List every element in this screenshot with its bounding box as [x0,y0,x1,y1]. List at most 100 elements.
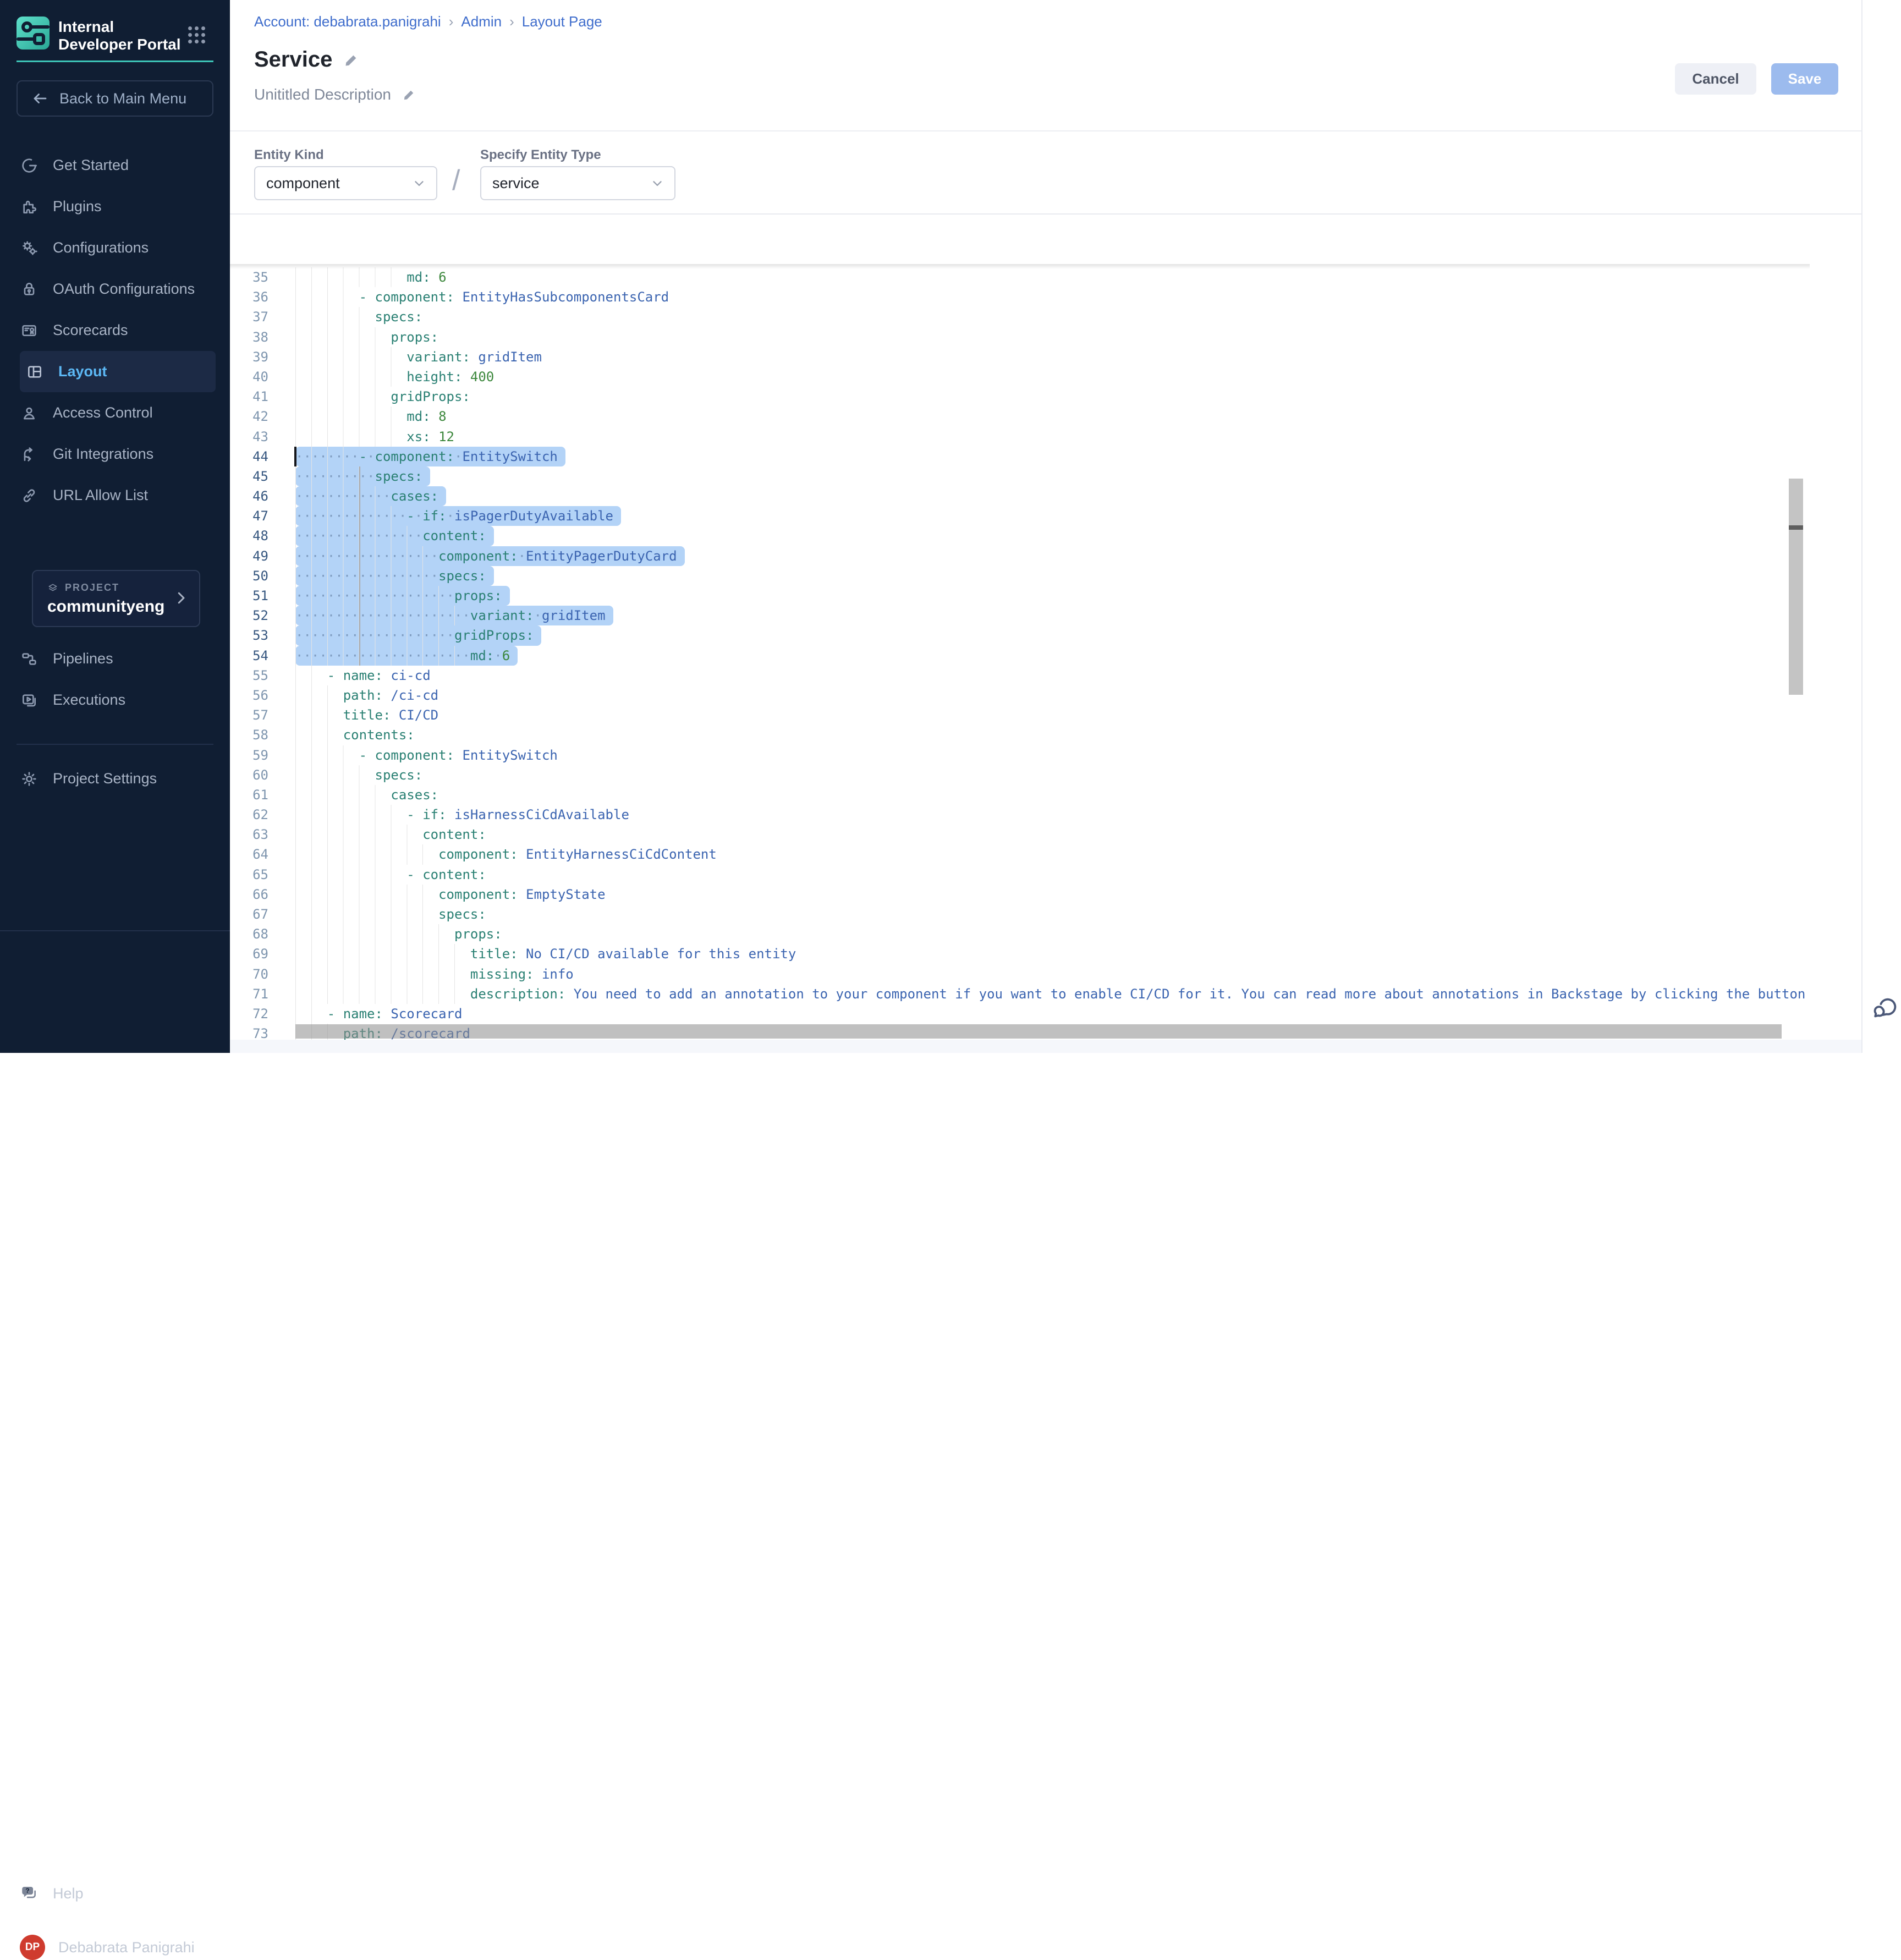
line-number: 52 [230,606,268,625]
sidebar-item-get-started[interactable]: Get Started [0,145,230,186]
line-number: 36 [230,287,268,307]
code-line[interactable]: ····················props: [295,586,1810,606]
entity-kind-select[interactable]: component [254,166,437,200]
code-line[interactable]: ········-·component:·EntitySwitch [295,447,1810,466]
breadcrumb-layout-page-link[interactable]: Layout Page [522,13,602,30]
help-label: Help [53,1885,84,1902]
code-line[interactable]: specs: [295,765,1810,785]
project-selector[interactable]: PROJECT communityeng [32,570,200,627]
code-line[interactable]: title: CI/CD [295,705,1810,725]
sidebar-item-layout[interactable]: Layout [20,351,216,392]
code-line[interactable]: - component: EntityHasSubcomponentsCard [295,287,1810,307]
user-menu[interactable]: DP Debabrata Panigrahi [20,1935,195,1960]
sidebar-item-url-allow-list[interactable]: URL Allow List [0,475,230,516]
code-line[interactable]: missing: info [295,964,1810,984]
line-number: 56 [230,685,268,705]
yaml-editor[interactable]: 3536373839404142434445464748495051525354… [230,264,1810,1040]
app-switcher-icon[interactable] [188,26,205,43]
chevron-right-icon: › [502,13,522,30]
horizontal-scrollbar[interactable] [295,1024,1782,1039]
overview-ruler-marker [1789,525,1803,530]
editor-gutter: 3536373839404142434445464748495051525354… [230,267,268,1040]
code-line[interactable]: ··················component:·EntityPager… [295,546,1810,566]
code-line[interactable]: variant: gridItem [295,347,1810,367]
sidebar-item-project-settings[interactable]: Project Settings [0,758,230,799]
code-line[interactable]: path: /ci-cd [295,685,1810,705]
access-control-icon [20,404,39,422]
edit-description-icon[interactable] [402,87,416,102]
sidebar-item-label: Plugins [53,198,102,215]
code-line[interactable]: ················content: [295,526,1810,546]
gear-icon [20,770,39,788]
sidebar-item-plugins[interactable]: Plugins [0,186,230,227]
main-content: Account: debabrata.panigrahi › Admin › L… [230,0,1901,1053]
code-line[interactable]: props: [295,924,1810,944]
line-number: 73 [230,1024,268,1040]
vertical-scrollbar[interactable] [1789,479,1803,695]
sidebar-item-executions[interactable]: Executions [0,679,230,721]
line-number: 70 [230,964,268,984]
code-line[interactable]: ··················specs: [295,566,1810,586]
back-to-main-menu-button[interactable]: Back to Main Menu [17,80,213,117]
entity-type-select[interactable]: service [480,166,675,200]
code-line[interactable]: ······················variant:·gridItem [295,606,1810,625]
feedback-chat-icon[interactable] [1869,993,1899,1023]
code-line[interactable]: - name: ci-cd [295,666,1810,685]
code-line[interactable]: ····················gridProps: [295,625,1810,645]
code-line[interactable]: component: EmptyState [295,885,1810,904]
code-line[interactable]: md: 8 [295,407,1810,426]
line-number: 44 [230,447,268,466]
page-title: Service [254,47,332,72]
code-line[interactable]: ··········specs: [295,466,1810,486]
breadcrumb-account-link[interactable]: Account: debabrata.panigrahi [254,13,441,30]
breadcrumb-admin-link[interactable]: Admin [461,13,502,30]
code-line[interactable]: props: [295,327,1810,347]
code-line[interactable]: contents: [295,725,1810,745]
save-button[interactable]: Save [1771,63,1838,95]
line-number: 43 [230,427,268,447]
code-line[interactable]: specs: [295,904,1810,924]
sidebar-item-oauth-configurations[interactable]: OAuth Configurations [0,268,230,310]
code-line[interactable]: height: 400 [295,367,1810,387]
sidebar-item-label: Pipelines [53,650,113,667]
code-line[interactable]: - content: [295,865,1810,885]
code-line[interactable]: ······················md:·6 [295,646,1810,666]
app-root: Internal Developer Portal Back to Main M… [0,0,1901,1053]
line-number: 47 [230,506,268,526]
code-line[interactable]: content: [295,825,1810,844]
code-line[interactable]: - if: isHarnessCiCdAvailable [295,805,1810,825]
code-line[interactable]: - name: Scorecard [295,1004,1810,1024]
code-line[interactable]: description: You need to add an annotati… [295,984,1810,1004]
code-line[interactable]: - component: EntitySwitch [295,745,1810,765]
line-number: 48 [230,526,268,546]
code-line[interactable]: ············cases: [295,486,1810,506]
code-line[interactable]: cases: [295,785,1810,805]
oauth-configurations-icon [20,280,39,299]
sidebar-item-configurations[interactable]: Configurations [0,227,230,268]
sidebar-item-access-control[interactable]: Access Control [0,392,230,433]
line-number: 55 [230,666,268,685]
editor-top-shadow [230,264,1810,269]
line-number: 35 [230,267,268,287]
code-line[interactable]: ··············-·if:·isPagerDutyAvailable [295,506,1810,526]
editor-bottom-strip [230,1040,1861,1053]
line-number: 58 [230,725,268,745]
sidebar-item-pipelines[interactable]: Pipelines [0,638,230,679]
help-button[interactable]: ? Help [20,1884,84,1903]
sidebar-item-label: Project Settings [53,770,157,787]
line-number: 39 [230,347,268,367]
edit-title-icon[interactable] [343,52,360,68]
entity-kind-value: component [266,175,340,192]
code-line[interactable]: specs: [295,307,1810,327]
code-line[interactable]: title: No CI/CD available for this entit… [295,944,1810,964]
sidebar-item-scorecards[interactable]: Scorecards [0,310,230,351]
code-line[interactable]: gridProps: [295,387,1810,407]
code-line[interactable]: component: EntityHarnessCiCdContent [295,844,1810,864]
cancel-button[interactable]: Cancel [1675,63,1756,95]
sidebar-item-git-integrations[interactable]: Git Integrations [0,433,230,475]
code-line[interactable]: md: 6 [295,267,1810,287]
page-description: Unititled Description [254,86,391,103]
chevron-down-icon [412,176,426,190]
code-line[interactable]: xs: 12 [295,427,1810,447]
scorecards-icon [20,321,39,340]
